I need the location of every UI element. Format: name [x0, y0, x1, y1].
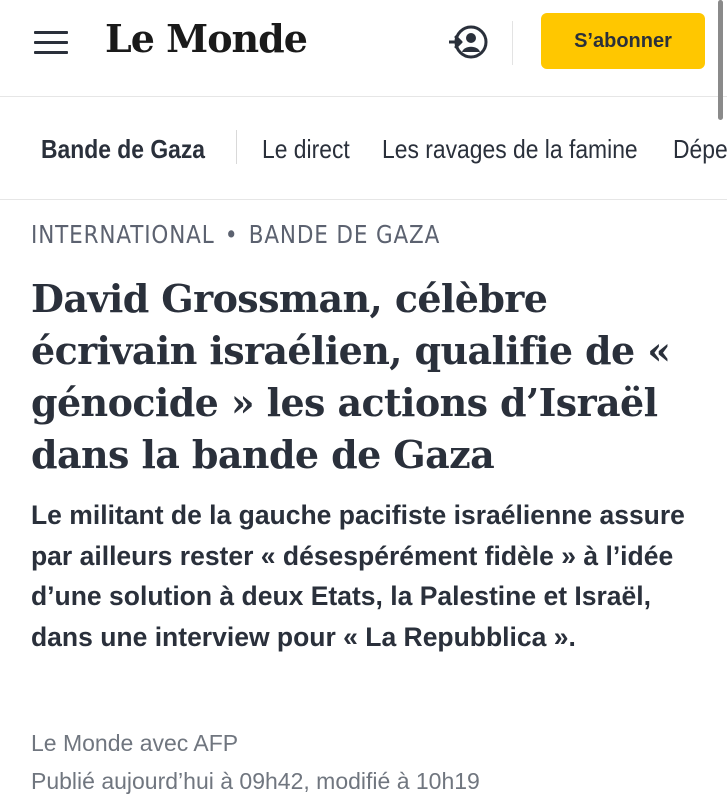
hamburger-menu-icon[interactable] — [34, 29, 68, 55]
article-author: Le Monde avec AFP — [31, 730, 239, 756]
kicker-separator: • — [224, 220, 239, 249]
nav-divider — [236, 130, 237, 164]
nav-item-bande-de-gaza[interactable]: Bande de Gaza — [41, 134, 205, 165]
subscribe-button[interactable]: S’abonner — [541, 13, 705, 69]
site-header: Le Monde S’abonner — [0, 0, 727, 120]
user-account-icon[interactable] — [447, 24, 491, 60]
article-page: Le Monde S’abonner Bande de Gaza Le dire… — [0, 0, 727, 800]
topic-nav: Bande de Gaza Le direct Les ravages de l… — [0, 97, 727, 200]
nav-item-dependance[interactable]: Dépendance — [673, 134, 727, 165]
le-monde-logo[interactable]: Le Monde — [105, 16, 308, 61]
header-divider — [512, 21, 513, 65]
kicker-section-link[interactable]: INTERNATIONAL — [31, 220, 215, 249]
article-headline: David Grossman, célèbre écrivain israéli… — [31, 276, 671, 477]
kicker-subsection-link[interactable]: BANDE DE GAZA — [249, 220, 440, 249]
article-dateline: Publié aujourd’hui à 09h42, modifié à 10… — [31, 768, 480, 794]
article-standfirst: Le militant de la gauche pacifiste israé… — [31, 500, 685, 652]
nav-item-le-direct[interactable]: Le direct — [262, 134, 350, 165]
article-kicker: INTERNATIONAL • BANDE DE GAZA — [31, 220, 440, 249]
nav-item-ravages-famine[interactable]: Les ravages de la famine — [382, 134, 638, 165]
